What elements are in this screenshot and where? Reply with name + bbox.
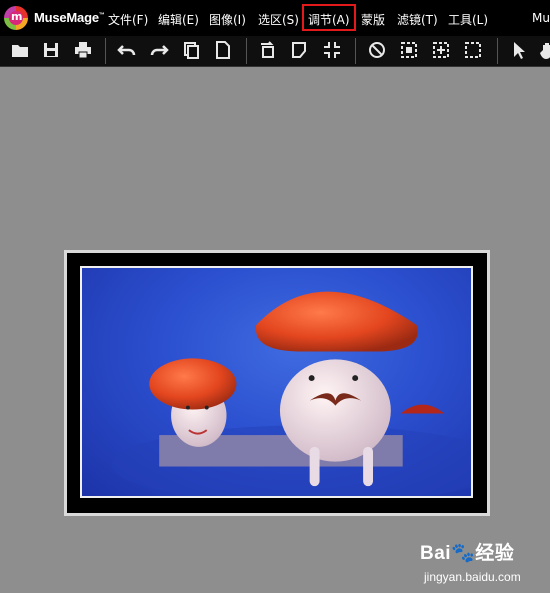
watermark-url: jingyan.baidu.com	[424, 570, 521, 584]
fit-icon[interactable]	[322, 40, 342, 60]
menu-bar: m MuseMage™ 文件(F) 编辑(E) 图像(I) 选区(S) 调节(A…	[0, 0, 550, 36]
toolbar	[0, 36, 550, 67]
baidu-watermark: Bai🐾经验 jingyan.baidu.com	[420, 538, 540, 588]
hand-icon[interactable]	[538, 40, 550, 60]
app-title: MuseMage™	[34, 10, 105, 25]
copy-icon[interactable]	[181, 40, 201, 60]
flip-icon[interactable]	[290, 40, 310, 60]
watermark-logo: Bai🐾经验	[420, 543, 515, 564]
window-title-fragment: Mu	[532, 11, 550, 25]
menu-tools[interactable]: 工具(L)	[448, 11, 488, 28]
open-folder-icon[interactable]	[10, 40, 30, 60]
print-icon[interactable]	[73, 40, 93, 60]
rotate-icon[interactable]	[258, 40, 278, 60]
menu-selection[interactable]: 选区(S)	[258, 11, 299, 28]
menu-filter[interactable]: 滤镜(T)	[397, 11, 438, 28]
select-dashed-icon[interactable]	[463, 40, 483, 60]
arrow-cursor-icon[interactable]	[509, 40, 529, 60]
redo-icon[interactable]	[149, 40, 169, 60]
menu-mask[interactable]: 蒙版	[361, 11, 385, 28]
menu-adjust-highlight	[302, 4, 356, 31]
menu-image[interactable]: 图像(I)	[209, 11, 246, 28]
select-center-icon[interactable]	[431, 40, 451, 60]
new-page-icon[interactable]	[213, 40, 233, 60]
select-rect-icon[interactable]	[399, 40, 419, 60]
canvas-image[interactable]	[80, 266, 473, 498]
app-logo-letter: m	[11, 10, 23, 23]
menu-file[interactable]: 文件(F)	[108, 11, 148, 28]
menu-edit[interactable]: 编辑(E)	[158, 11, 199, 28]
undo-icon[interactable]	[117, 40, 137, 60]
circle-slash-icon[interactable]	[367, 40, 387, 60]
save-icon[interactable]	[41, 40, 61, 60]
